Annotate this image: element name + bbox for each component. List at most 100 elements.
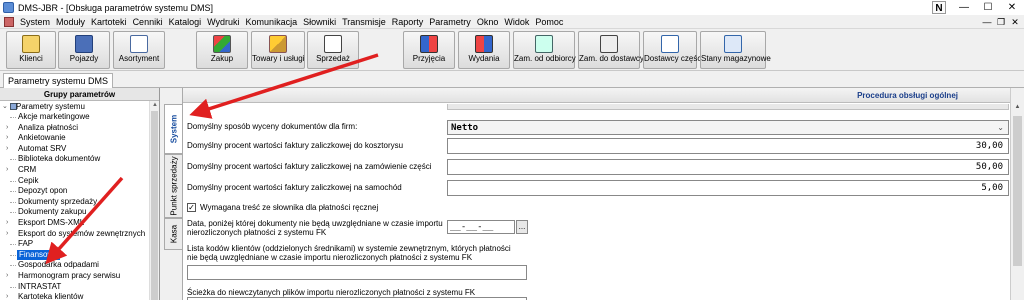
window-title-bar: DMS-JBR - [Obsługa parametrów systemu DM… [0,0,1024,15]
n-badge[interactable]: N [932,1,946,14]
tree-scroll-thumb[interactable] [151,111,158,300]
menu-view[interactable]: Widok [501,15,532,29]
tree-connector [10,254,16,256]
menu-modules[interactable]: Moduły [53,15,88,29]
menu-dictionaries[interactable]: Słowniki [300,15,339,29]
expand-icon[interactable]: › [6,292,12,300]
tree-item-label: Eksport do systemów zewnętrznych [18,228,146,238]
supplier-order-button[interactable]: Zam. do dostawcy [578,31,644,69]
menu-printouts[interactable]: Wydruki [204,15,242,29]
close-button[interactable]: ✕ [1000,0,1024,15]
collapse-icon[interactable]: ⌄ [2,102,8,112]
tree-item-label: Akcje marketingowe [18,112,90,121]
receipts-button[interactable]: Przyjęcia [403,31,455,69]
expand-icon[interactable]: › [6,218,12,228]
menu-records[interactable]: Kartoteki [88,15,130,29]
menu-catalogs[interactable]: Katalogi [166,15,205,29]
procedure-header: Procedura obsługi ogólnej [183,88,1010,103]
assortment-button[interactable]: Asortyment [113,31,165,69]
parts-suppliers-icon [661,35,679,53]
required-checkbox-label: Wymagana treść ze słownika dla płatności… [200,203,379,212]
minimize-button[interactable]: — [952,0,976,15]
expand-icon[interactable]: › [6,133,12,143]
parameters-content: Procedura obsługi ogólnej Domyślny sposó… [182,88,1010,300]
tab-cash[interactable]: Kasa [164,218,182,250]
previous-field-edge [447,104,1009,110]
expand-icon[interactable]: › [6,229,12,239]
expand-icon[interactable]: › [6,271,12,281]
tree-scrollbar[interactable]: ▲ [149,101,159,300]
tree-connector [10,212,16,214]
tree-item-label: Gospodarka odpadami [18,260,99,270]
scroll-up-icon[interactable]: ▲ [150,101,159,110]
receipts-icon [420,35,438,53]
tree-connector [10,201,16,203]
parameter-groups-panel: Grupy parametrów ⌄ Parametry systemu Akc… [0,88,160,300]
menu-price-lists[interactable]: Cenniki [130,15,166,29]
menu-communication[interactable]: Komunikacja [243,15,301,29]
tree-connector [10,159,16,161]
expand-icon[interactable]: › [6,123,12,133]
clients-button[interactable]: Klienci [6,31,56,69]
customer-order-button[interactable]: Zam. od odbiorcy [513,31,576,69]
stock-levels-button[interactable]: Stany magazynowe [700,31,771,69]
tab-system[interactable]: System [164,104,182,154]
pct-estimate-label: Domyślny procent wartości faktury zalicz… [187,141,404,150]
tree-item-label: Dokumenty zakupu [18,207,87,217]
menu-reports[interactable]: Raporty [389,15,427,29]
car-icon [75,35,93,53]
tree-item-label: Ankietowanie [18,133,66,143]
client-codes-label-2: nie będą uwzględniane w czasie importu n… [187,253,473,262]
issues-button[interactable]: Wydania [458,31,510,69]
tab-point-of-sale[interactable]: Punkt sprzedaży [164,154,182,218]
vertical-tabs: System Punkt sprzedaży Kasa [164,104,182,300]
menu-bar: System Moduły Kartoteki Cenniki Katalogi… [0,15,1024,29]
scroll-up-icon[interactable]: ▲ [1011,104,1024,114]
tree-connector [10,180,16,182]
required-checkbox[interactable]: ✓ [187,203,196,212]
pct-parts-label: Domyślny procent wartości faktury zalicz… [187,162,432,171]
tree-item-label: Harmonogram pracy serwisu [18,271,121,280]
menu-system[interactable]: System [17,15,53,29]
stock-icon [724,35,742,53]
list-icon [130,35,148,53]
valuation-select[interactable]: Netto ⌄ [447,120,1009,135]
pct-car-input[interactable]: 5,00 [447,180,1009,196]
date-param-label-1: Data, poniżej której dokumenty nie będą … [187,219,443,228]
tree-item-label: Automat SRV [18,143,67,153]
purchase-button[interactable]: Zakup [196,31,248,69]
content-scroll-thumb[interactable] [1013,116,1022,266]
menu-transmissions[interactable]: Transmisje [339,15,389,29]
customer-order-icon [535,35,553,53]
issues-icon [475,35,493,53]
purchase-icon [213,35,231,53]
mdi-minimize-button[interactable]: — [980,15,994,29]
content-scrollbar[interactable]: ▲ [1010,88,1024,300]
mdi-restore-button[interactable]: ❐ [994,15,1008,29]
parts-suppliers-button[interactable]: Dostawcy części [643,31,703,69]
client-codes-input[interactable] [187,265,527,280]
date-input[interactable]: __-__-__ [447,220,515,234]
parameter-groups-tree: ⌄ Parametry systemu Akcje marketingowe › A… [0,101,159,300]
chevron-down-icon[interactable]: ⌄ [997,121,1004,135]
goods-services-button[interactable]: Towary i usługi [251,31,305,69]
tree-item-label: Kartoteka klientów [18,292,84,300]
pct-parts-input[interactable]: 50,00 [447,159,1009,175]
vehicles-button[interactable]: Pojazdy [58,31,110,69]
tree-item-label: INTRASTAT [18,281,62,291]
maximize-button[interactable]: ☐ [976,0,1000,15]
path-param-label: Ścieżka do niewczytanych plików importu … [187,288,476,297]
mdi-close-button[interactable]: ✕ [1008,15,1022,29]
pct-estimate-input[interactable]: 30,00 [447,138,1009,154]
valuation-label: Domyślny sposób wyceny dokumentów dla fi… [187,122,358,131]
date-param-label-2: nierozliczonych płatności z systemu FK [187,228,327,237]
menu-window[interactable]: Okno [474,15,502,29]
expand-icon[interactable]: › [6,165,12,175]
menu-help[interactable]: Pomoc [532,15,566,29]
expand-icon[interactable]: › [6,144,12,154]
sales-button[interactable]: Sprzedaż [307,31,359,69]
menu-parameters[interactable]: Parametry [426,15,474,29]
tab-system-parameters[interactable]: Parametry systemu DMS [3,73,114,88]
document-icon[interactable] [4,16,14,27]
date-picker-button[interactable]: ... [516,220,528,234]
